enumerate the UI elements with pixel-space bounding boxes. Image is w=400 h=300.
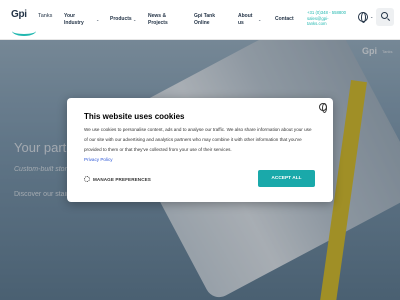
nav-label-line1: Contact (275, 16, 294, 22)
logo-swoosh-icon (12, 26, 36, 36)
logo-text: Gpi (11, 9, 27, 20)
nav-your-industry[interactable]: Your Industry (64, 13, 84, 26)
search-button[interactable] (376, 8, 394, 26)
search-icon (381, 12, 388, 19)
nav-label-line1: About (238, 13, 253, 19)
chevron-down-icon: ⌄ (370, 14, 374, 19)
nav-label-line2: Industry (64, 19, 84, 26)
manage-preferences-button[interactable]: MANAGE PREFERENCES (84, 176, 151, 182)
cookie-body-text: We use cookies to personalise content, a… (84, 127, 312, 152)
nav-contact[interactable]: Contact (275, 16, 294, 23)
nav-gpi-tank-online[interactable]: Gpi Tank Online (194, 13, 215, 26)
nav-products[interactable]: Products (110, 16, 132, 23)
cookie-dialog-body: We use cookies to personalise content, a… (84, 125, 316, 165)
nav-label-line1: News & (148, 13, 167, 19)
email-link-line2[interactable]: tanks.com (307, 21, 346, 27)
chevron-down-icon: ⌄ (96, 17, 100, 22)
nav-label-line2: Projects (148, 19, 168, 26)
nav-about-us[interactable]: About us (238, 13, 252, 26)
phone-link[interactable]: +31 (0)348 - 558800 (307, 10, 346, 16)
gear-icon (84, 176, 90, 182)
nav-label-line2: us (238, 19, 244, 26)
globe-icon[interactable] (358, 12, 368, 23)
chevron-down-icon: ⌄ (258, 17, 262, 22)
manage-preferences-label: MANAGE PREFERENCES (93, 177, 151, 182)
accept-all-button[interactable]: ACCEPT ALL (258, 170, 315, 187)
cookie-dialog-title: This website uses cookies (84, 112, 185, 121)
nav-news-projects[interactable]: News & Projects (148, 13, 168, 26)
nav-label-line2: Online (194, 19, 210, 26)
site-header: Gpi Tanks Your Industry ⌄ Products ⌄ New… (0, 0, 400, 40)
nav-label-line1: Products (110, 16, 132, 22)
language-globe-icon[interactable] (319, 103, 327, 113)
chevron-down-icon: ⌄ (133, 17, 137, 22)
cookie-consent-dialog: This website uses cookies We use cookies… (67, 98, 333, 202)
brand-subtitle: Tanks (38, 13, 53, 19)
nav-label-line1: Gpi Tank (194, 13, 216, 19)
privacy-policy-link[interactable]: Privacy Policy (84, 157, 113, 162)
contact-info: +31 (0)348 - 558800 sales@gpi- tanks.com (307, 10, 346, 27)
